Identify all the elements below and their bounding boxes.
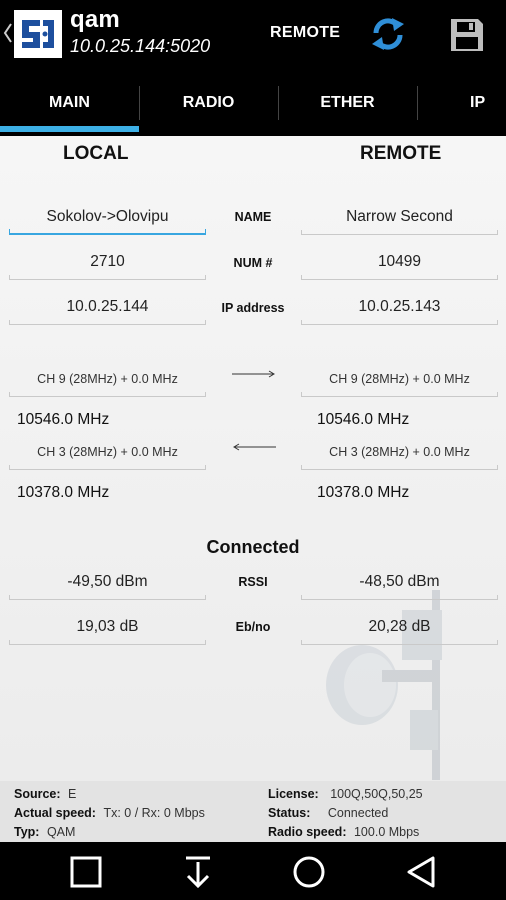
source-label: Source: (14, 787, 61, 801)
remote-tx-channel-select[interactable]: CH 9 (28MHz) + 0.0 MHz (301, 367, 498, 397)
local-rx-frequency: 10378.0 MHz (17, 484, 110, 501)
home-icon[interactable] (291, 854, 327, 890)
back-icon[interactable] (403, 854, 439, 890)
active-tab-indicator (0, 126, 139, 132)
sync-icon[interactable] (370, 15, 406, 53)
local-rx-channel-select[interactable]: CH 3 (28MHz) + 0.0 MHz (9, 440, 206, 470)
local-ebno-field: 19,03 dB (9, 615, 206, 645)
system-nav-bar (0, 842, 506, 900)
ebno-label: Eb/no (235, 620, 271, 634)
remote-num-field[interactable]: 10499 (301, 250, 498, 280)
action-bar: qam 10.0.25.144:5020 REMOTE (0, 0, 506, 70)
status-info-panel: Source: E Actual speed: Tx: 0 / Rx: 0 Mb… (0, 781, 506, 842)
local-ip-field[interactable]: 10.0.25.144 (9, 295, 206, 325)
download-icon[interactable] (180, 854, 216, 890)
save-icon[interactable] (448, 16, 486, 54)
name-label: NAME (234, 210, 272, 224)
num-label: NUM # (233, 256, 273, 270)
local-num-field[interactable]: 2710 (9, 250, 206, 280)
local-name-field[interactable]: Sokolov->Olovipu (9, 205, 206, 235)
remote-ebno-field: 20,28 dB (301, 615, 498, 645)
remote-tx-frequency: 10546.0 MHz (317, 411, 410, 428)
app-title: qam (70, 6, 120, 33)
remote-rssi-field: -48,50 dBm (301, 570, 498, 600)
source-row: Source: E (14, 787, 76, 801)
arrow-left-icon (233, 443, 276, 451)
remote-name-field[interactable]: Narrow Second (301, 205, 498, 235)
app-logo-icon[interactable] (14, 10, 62, 58)
local-rssi-field: -49,50 dBm (9, 570, 206, 600)
actual-speed-label: Actual speed: (14, 806, 96, 820)
actual-speed-value: Tx: 0 / Rx: 0 Mbps (103, 806, 205, 820)
typ-row: Typ: QAM (14, 825, 75, 839)
device-address: 10.0.25.144:5020 (70, 36, 211, 56)
local-column-title: LOCAL (63, 143, 129, 164)
rssi-label: RSSI (238, 575, 268, 589)
status-value: Connected (327, 806, 389, 820)
remote-rx-channel-select[interactable]: CH 3 (28MHz) + 0.0 MHz (301, 440, 498, 470)
tab-divider (417, 86, 418, 120)
tab-radio[interactable]: RADIO (139, 70, 278, 136)
remote-ip-field[interactable]: 10.0.25.143 (301, 295, 498, 325)
status-label: Status: (268, 806, 311, 820)
license-label: License: (268, 787, 319, 801)
back-chevron-icon[interactable] (3, 22, 13, 44)
ip-label: IP address (221, 301, 285, 315)
license-row: License: 100Q,50Q,50,25 (268, 787, 423, 801)
radio-speed-row: Radio speed: 100.0 Mbps (268, 825, 419, 839)
local-tx-channel-select[interactable]: CH 9 (28MHz) + 0.0 MHz (9, 367, 206, 397)
source-value: E (68, 787, 77, 801)
typ-label: Typ: (14, 825, 40, 839)
remote-button[interactable]: REMOTE (264, 22, 346, 44)
radio-speed-value: 100.0 Mbps (353, 825, 420, 839)
remote-rx-frequency: 10378.0 MHz (317, 484, 410, 501)
status-row: Status: Connected (268, 806, 388, 820)
tab-ip[interactable]: IP (470, 70, 506, 136)
arrow-right-icon (232, 370, 275, 378)
tab-ether[interactable]: ETHER (278, 70, 417, 136)
license-value: 100Q,50Q,50,25 (330, 787, 423, 801)
actual-speed-row: Actual speed: Tx: 0 / Rx: 0 Mbps (14, 806, 205, 820)
radio-speed-label: Radio speed: (268, 825, 347, 839)
recents-icon[interactable] (68, 854, 104, 890)
connection-status: Connected (206, 537, 300, 557)
remote-column-title: REMOTE (360, 143, 442, 164)
local-tx-frequency: 10546.0 MHz (17, 411, 110, 428)
typ-value: QAM (46, 825, 76, 839)
